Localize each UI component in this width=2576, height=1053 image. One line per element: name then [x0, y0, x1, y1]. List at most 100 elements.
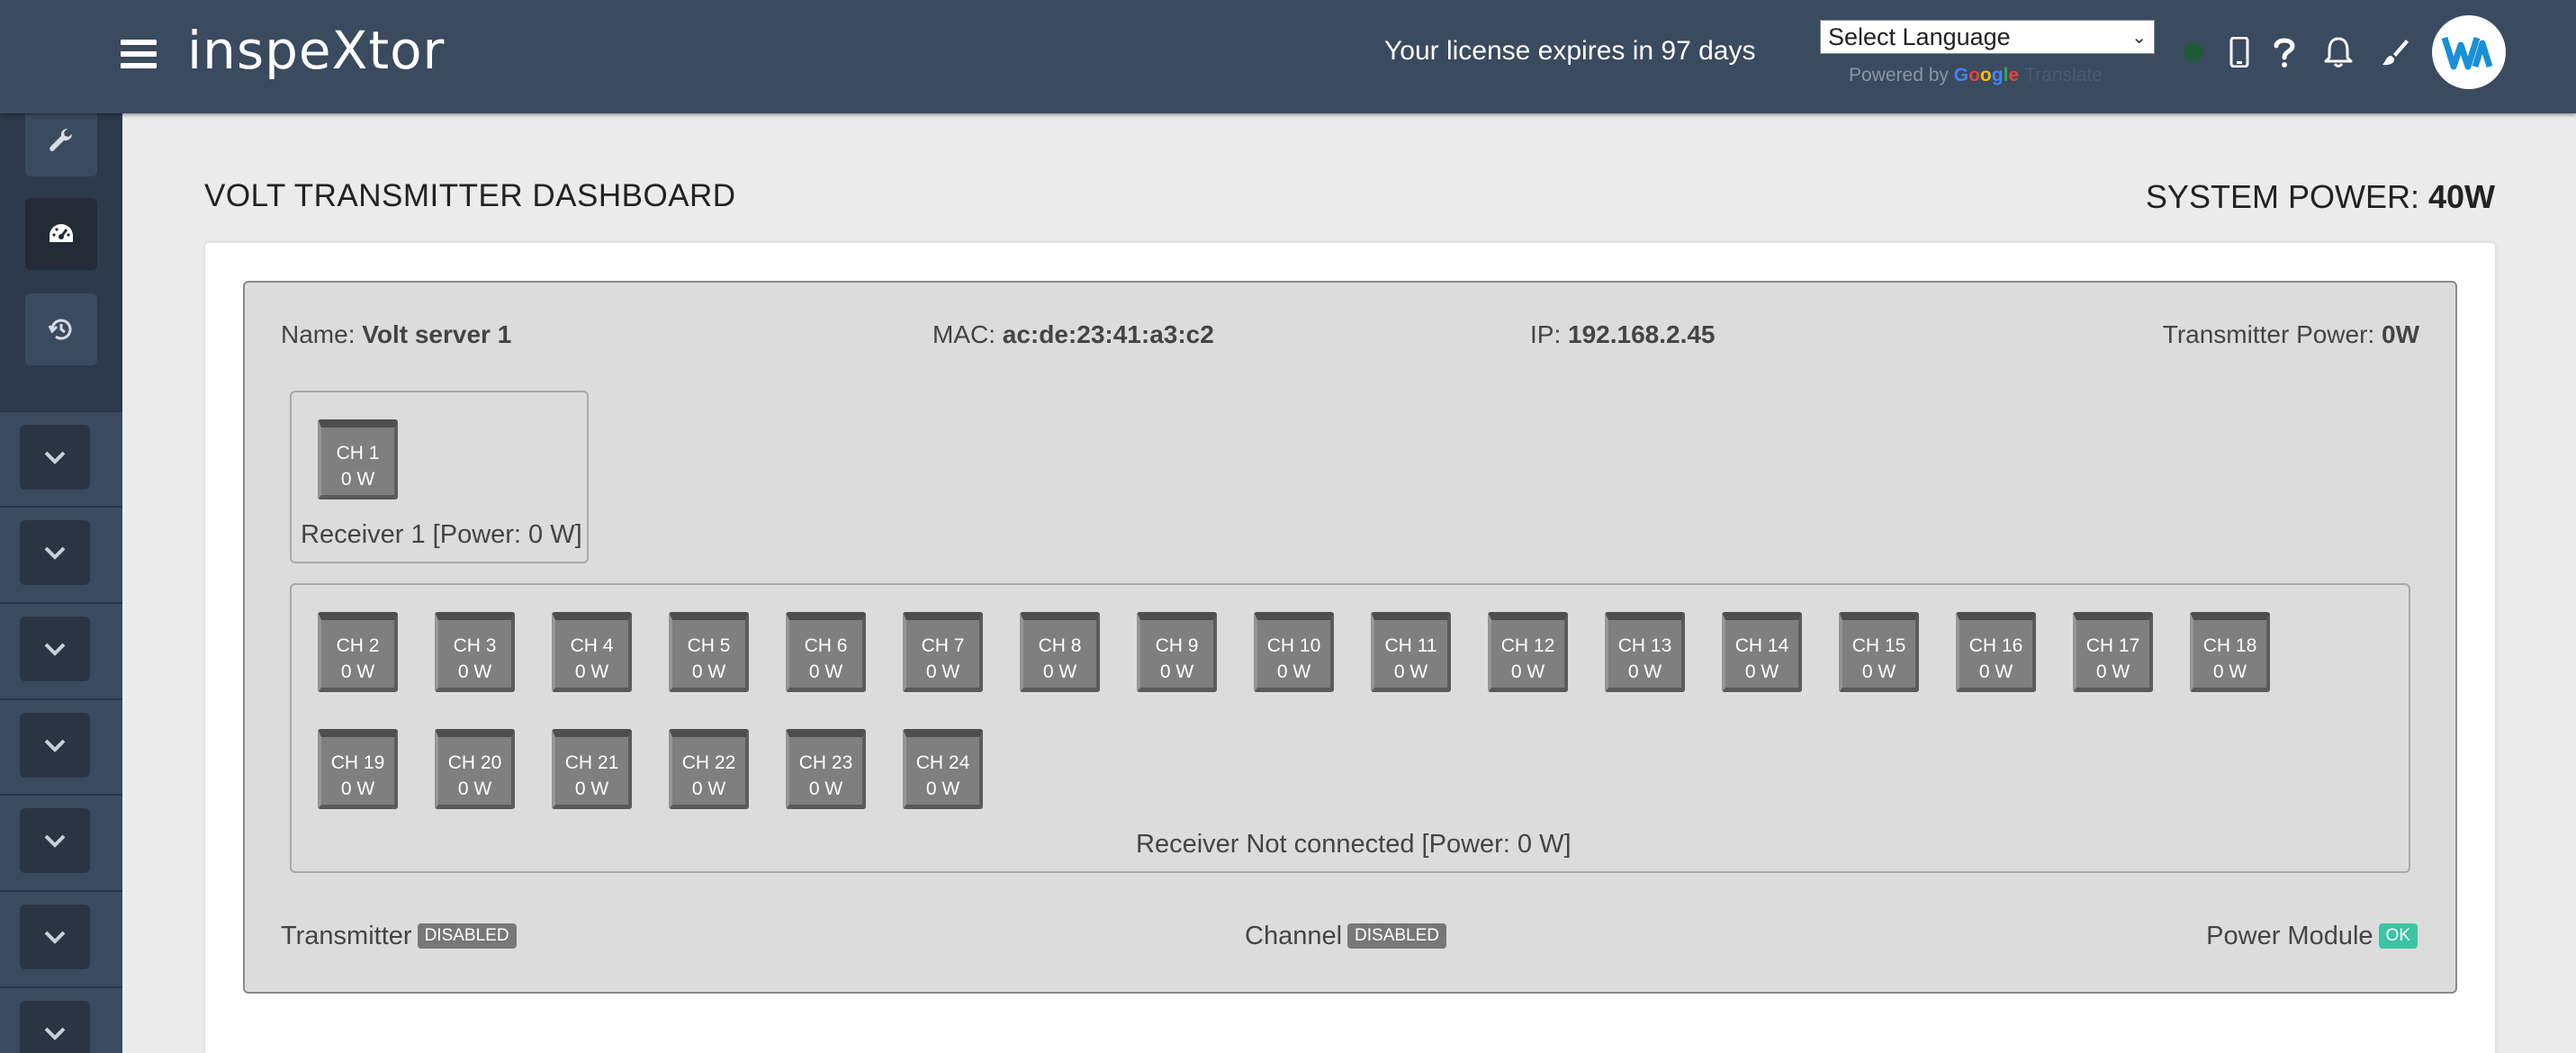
transmitter-status-badge: DISABLED	[417, 923, 517, 949]
transmitter-power-label: Transmitter Power:	[2162, 320, 2375, 348]
translate-text: Translate	[2024, 65, 2103, 86]
channel-tile[interactable]: CH 1 0 W	[318, 419, 398, 500]
user-avatar[interactable]	[2432, 15, 2506, 89]
chevron-down-icon[interactable]	[20, 520, 90, 585]
channel-power: 0 W	[457, 662, 492, 682]
channel-power: 0 W	[1744, 662, 1779, 682]
channel-name: CH 1	[336, 443, 380, 464]
channel-tile[interactable]: CH 19 0 W	[318, 729, 398, 809]
receiver-2-label: Receiver Not connected [Power: 0 W]	[1136, 830, 1572, 859]
channel-tile[interactable]: CH 2 0 W	[318, 612, 398, 692]
channel-tile[interactable]: CH 16 0 W	[1956, 612, 2036, 692]
channel-tile[interactable]: CH 22 0 W	[669, 729, 749, 809]
channel-tile[interactable]: CH 18 0 W	[2190, 612, 2270, 692]
theme-brush-icon[interactable]	[2374, 32, 2414, 72]
system-power-label: SYSTEM POWER:	[2145, 178, 2419, 215]
channel-name: CH 23	[798, 752, 853, 773]
channel-tile[interactable]: CH 13 0 W	[1605, 612, 1685, 692]
channel-tile[interactable]: CH 6 0 W	[786, 612, 866, 692]
menu-toggle-icon[interactable]	[121, 40, 157, 70]
sidebar-group-3[interactable]	[0, 602, 122, 698]
channel-name: CH 15	[1851, 635, 1906, 656]
channel-power: 0 W	[574, 662, 609, 682]
name-value: Volt server 1	[362, 320, 512, 348]
sidebar-group-7[interactable]	[0, 986, 122, 1053]
ip-value: 192.168.2.45	[1568, 320, 1716, 348]
google-logo: Google	[1953, 65, 2020, 86]
channel-power: 0 W	[340, 778, 375, 799]
channel-power: 0 W	[1627, 662, 1662, 682]
sidebar-tools-button[interactable]	[25, 104, 97, 176]
sidebar	[0, 104, 122, 1053]
system-power-value: 40W	[2427, 178, 2495, 215]
sidebar-history-button[interactable]	[25, 293, 97, 365]
channel-name: CH 17	[2085, 635, 2140, 656]
channel-power: 0 W	[1510, 662, 1545, 682]
channel-name: CH 8	[1038, 635, 1082, 656]
channel-tile[interactable]: CH 5 0 W	[669, 612, 749, 692]
channel-tile[interactable]: CH 10 0 W	[1254, 612, 1334, 692]
channel-tile[interactable]: CH 3 0 W	[435, 612, 515, 692]
channel-name: CH 21	[564, 752, 619, 773]
license-notice: Your license expires in 97 days	[1384, 36, 1756, 66]
channel-name: CH 19	[330, 752, 385, 773]
channel-name: CH 10	[1266, 635, 1321, 656]
sidebar-dashboard-button[interactable]	[25, 198, 97, 270]
sidebar-group-5[interactable]	[0, 794, 122, 889]
channel-name: CH 14	[1734, 635, 1789, 656]
channel-tile[interactable]: CH 7 0 W	[903, 612, 983, 692]
chevron-down-icon[interactable]	[20, 904, 90, 969]
channel-tile[interactable]: CH 14 0 W	[1722, 612, 1802, 692]
channel-tile[interactable]: CH 8 0 W	[1020, 612, 1100, 692]
language-select-value: Select Language	[1828, 22, 2011, 50]
sidebar-group-1[interactable]	[0, 410, 122, 506]
channel-tile[interactable]: CH 23 0 W	[786, 729, 866, 809]
app-title: inspeXtor	[187, 20, 446, 81]
wrench-icon	[50, 129, 72, 152]
powered-by-text: Powered by	[1849, 65, 1949, 86]
channel-tile[interactable]: CH 21 0 W	[552, 729, 632, 809]
chevron-down-icon[interactable]	[20, 616, 90, 681]
channel-power: 0 W	[1978, 662, 2013, 682]
channel-name: CH 18	[2202, 635, 2257, 656]
channel-tile[interactable]: CH 17 0 W	[2073, 612, 2153, 692]
transmitter-status: Transmitter DISABLED	[281, 922, 517, 951]
channel-tile[interactable]: CH 24 0 W	[903, 729, 983, 809]
chevron-down-icon[interactable]	[20, 1001, 90, 1053]
chevron-down-icon[interactable]	[20, 425, 90, 490]
chevron-down-icon[interactable]	[20, 808, 90, 873]
channel-tile[interactable]: CH 9 0 W	[1137, 612, 1217, 692]
chevron-down-icon[interactable]	[20, 713, 90, 778]
channel-power: 0 W	[340, 469, 375, 490]
transmitter-ip: IP: 192.168.2.45	[1530, 320, 1716, 349]
power-module-status-badge: OK	[2378, 923, 2418, 949]
channel-tile[interactable]: CH 15 0 W	[1839, 612, 1919, 692]
top-bar: inspeXtor Your license expires in 97 day…	[0, 0, 2576, 113]
sidebar-group-6[interactable]	[0, 890, 122, 986]
channel-power: 0 W	[340, 662, 375, 682]
channel-tile[interactable]: CH 4 0 W	[552, 612, 632, 692]
ip-label: IP:	[1530, 320, 1562, 348]
sidebar-group-4[interactable]	[0, 698, 122, 794]
help-icon[interactable]	[2265, 32, 2304, 72]
channel-tile[interactable]: CH 12 0 W	[1488, 612, 1568, 692]
mobile-icon[interactable]	[2220, 32, 2259, 72]
notifications-bell-icon[interactable]	[2319, 32, 2358, 72]
channel-name: CH 6	[804, 635, 848, 656]
channel-power: 0 W	[925, 778, 960, 799]
channel-tile[interactable]: CH 11 0 W	[1371, 612, 1451, 692]
channel-status-label: Channel	[1245, 922, 1343, 950]
channel-status-badge: DISABLED	[1347, 923, 1447, 949]
channel-power: 0 W	[691, 662, 726, 682]
channel-power: 0 W	[2095, 662, 2130, 682]
history-icon	[48, 319, 72, 340]
transmitter-mac: MAC: ac:de:23:41:a3:c2	[932, 320, 1214, 349]
connection-status-indicator	[2184, 42, 2203, 62]
channel-power: 0 W	[1861, 662, 1896, 682]
channel-power: 0 W	[1159, 662, 1194, 682]
sidebar-upper	[0, 104, 122, 410]
language-select[interactable]: Select Language ⌄	[1820, 20, 2155, 54]
power-module-status: Power Module OK	[2206, 922, 2418, 951]
channel-tile[interactable]: CH 20 0 W	[435, 729, 515, 809]
sidebar-group-2[interactable]	[0, 506, 122, 601]
